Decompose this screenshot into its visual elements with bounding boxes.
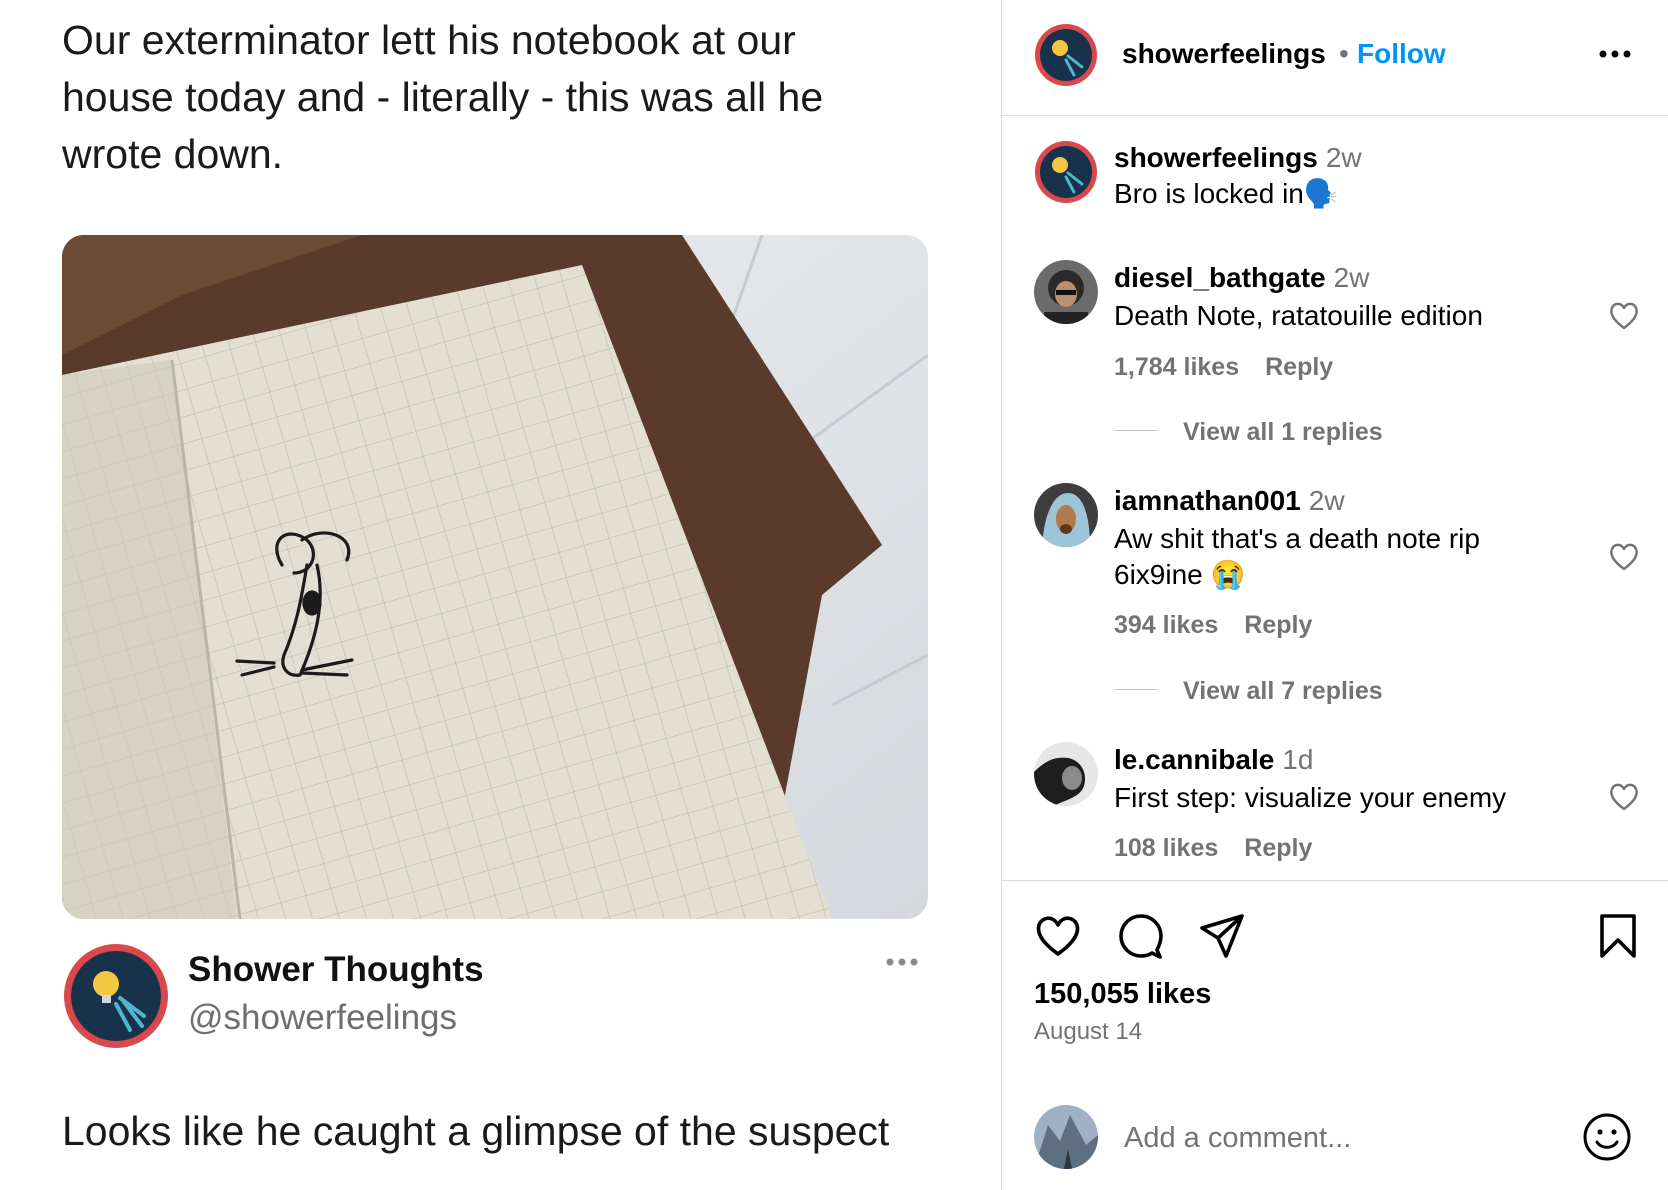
- header-username[interactable]: showerfeelings: [1122, 38, 1326, 70]
- comment-like-icon[interactable]: [1608, 301, 1640, 331]
- header-separator: •: [1339, 38, 1349, 69]
- tweet-reply-text: Looks like he caught a glimpse of the su…: [62, 1108, 890, 1154]
- comment-avatar[interactable]: [1034, 742, 1098, 806]
- comment-username[interactable]: le.cannibale: [1114, 744, 1274, 775]
- more-options-icon[interactable]: [1598, 48, 1632, 60]
- post-date[interactable]: August 14: [1034, 1018, 1142, 1046]
- comment-header: iamnathan001 2w: [1114, 485, 1345, 517]
- comments-panel: showerfeelings • Follow showerfeelings 2w…: [1002, 0, 1668, 1190]
- comment-avatar[interactable]: [1034, 483, 1098, 547]
- caption-avatar[interactable]: [1034, 140, 1098, 204]
- header-avatar[interactable]: [1034, 23, 1098, 87]
- more-icon: [886, 958, 918, 966]
- tweet-author-avatar: [64, 944, 168, 1048]
- add-comment-input[interactable]: [1124, 1118, 1524, 1158]
- notebook-photo: [62, 235, 928, 919]
- post-media: Our exterminator lett his notebook at ou…: [0, 0, 1002, 1190]
- comment-header: diesel_bathgate 2w: [1114, 262, 1369, 294]
- comment-meta: 394 likes Reply: [1114, 611, 1312, 640]
- tweet-author-name: Shower Thoughts: [188, 950, 484, 989]
- caption-header: showerfeelings 2w: [1114, 142, 1362, 174]
- view-replies-line: [1114, 430, 1158, 431]
- view-replies-button[interactable]: View all 1 replies: [1183, 418, 1383, 447]
- comment-likes[interactable]: 394 likes: [1114, 611, 1218, 639]
- tweet-author-handle: @showerfeelings: [188, 998, 457, 1037]
- comment-icon[interactable]: [1117, 912, 1165, 960]
- share-icon[interactable]: [1198, 912, 1246, 960]
- comment-meta: 1,784 likes Reply: [1114, 353, 1333, 382]
- comment-header: le.cannibale 1d: [1114, 744, 1313, 776]
- comment-like-icon[interactable]: [1608, 542, 1640, 572]
- comment-text: First step: visualize your enemy: [1114, 782, 1507, 813]
- heart-icon[interactable]: [1034, 912, 1082, 960]
- comment-time[interactable]: 2w: [1309, 485, 1345, 516]
- current-user-avatar: [1034, 1105, 1098, 1169]
- caption-text: Bro is locked in🗣️: [1114, 178, 1339, 209]
- tweet-text: Our exterminator lett his notebook at ou…: [62, 17, 824, 177]
- actions-divider: [1002, 880, 1668, 881]
- comment-avatar[interactable]: [1034, 260, 1098, 324]
- caption-username[interactable]: showerfeelings: [1114, 142, 1318, 173]
- reply-button[interactable]: Reply: [1244, 834, 1312, 862]
- comment-meta: 108 likes Reply: [1114, 834, 1312, 863]
- reply-button[interactable]: Reply: [1265, 353, 1333, 381]
- follow-button[interactable]: Follow: [1357, 38, 1446, 70]
- comment-text: Death Note, ratatouille edition: [1114, 300, 1483, 331]
- view-replies-button[interactable]: View all 7 replies: [1183, 677, 1383, 706]
- comment-likes[interactable]: 108 likes: [1114, 834, 1218, 862]
- comment-username[interactable]: iamnathan001: [1114, 485, 1301, 516]
- header-divider: [1002, 115, 1668, 116]
- post-likes[interactable]: 150,055 likes: [1034, 978, 1211, 1011]
- comment-text: Aw shit that's a death note rip 6ix9ine …: [1114, 523, 1480, 590]
- bookmark-icon[interactable]: [1598, 912, 1638, 960]
- emoji-icon[interactable]: [1582, 1112, 1632, 1162]
- view-replies-line: [1114, 689, 1158, 690]
- comment-username[interactable]: diesel_bathgate: [1114, 262, 1326, 293]
- caption-time[interactable]: 2w: [1326, 142, 1362, 173]
- comment-box-divider: [1002, 1080, 1668, 1081]
- comment-likes[interactable]: 1,784 likes: [1114, 353, 1239, 381]
- comment-like-icon[interactable]: [1608, 782, 1640, 812]
- reply-button[interactable]: Reply: [1244, 611, 1312, 639]
- comment-time[interactable]: 1d: [1282, 744, 1313, 775]
- comment-time[interactable]: 2w: [1334, 262, 1370, 293]
